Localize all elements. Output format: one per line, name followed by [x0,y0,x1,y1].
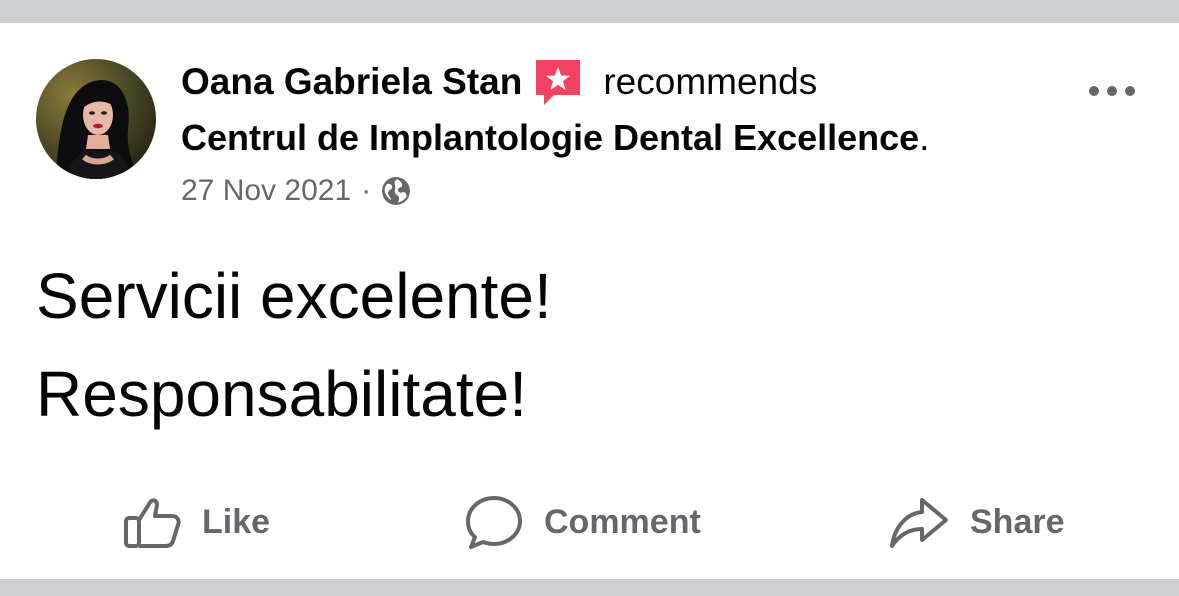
like-button[interactable]: Like [122,486,270,558]
post-text-line: Servicii excelente! [36,260,552,332]
globe-icon [380,175,412,207]
recommends-text: recommends [603,61,818,102]
page-name-link[interactable]: Centrul de Implantologie Dental Excellen… [181,117,919,159]
recommended-page: Centrul de Implantologie Dental Excellen… [181,113,929,163]
avatar-photo [36,59,156,179]
avatar[interactable] [36,59,156,179]
post-meta: 27 Nov 2021 · [181,170,412,212]
post-text-line: Responsabilitate! [36,358,527,430]
meta-separator: · [361,174,372,207]
page-name-period: . [919,117,930,158]
screen: Oana Gabriela Stan recommends Centrul de… [0,0,1179,596]
share-label: Share [970,502,1065,541]
share-arrow-icon [888,492,950,552]
action-bar: Like Comment Share [0,486,1179,558]
recommend-star-icon [532,57,584,107]
feed-separator [0,579,1179,596]
comment-label: Comment [544,502,701,541]
post-header: Oana Gabriela Stan recommends [181,57,817,107]
author-name[interactable]: Oana Gabriela Stan [181,61,522,103]
post-body: Servicii excelente! Responsabilitate! [36,247,1136,443]
comment-bubble-icon [464,492,524,552]
post-card: Oana Gabriela Stan recommends Centrul de… [0,23,1179,579]
thumbs-up-icon [122,492,182,552]
comment-button[interactable]: Comment [464,486,701,558]
like-label: Like [202,502,271,541]
post-date[interactable]: 27 Nov 2021 [181,174,351,208]
more-options-icon[interactable] [1084,71,1144,111]
share-button[interactable]: Share [888,486,1065,558]
